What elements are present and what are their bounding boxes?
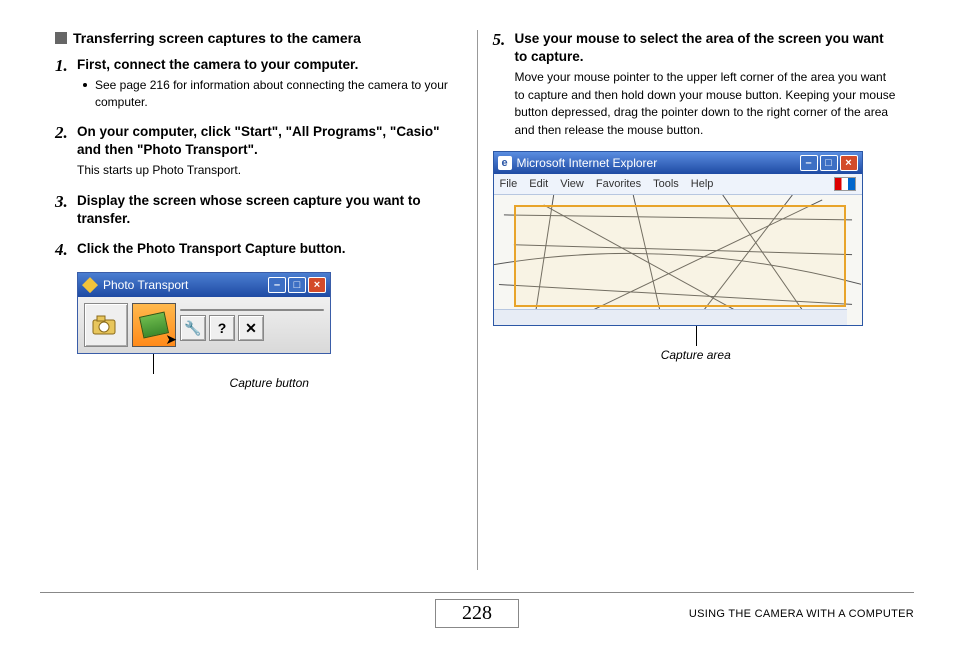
page-footer: 228 USING THE CAMERA WITH A COMPUTER [40, 592, 914, 628]
pt-toolbar: ➤ 🔧 ? ✕ [78, 297, 330, 353]
menu-tools[interactable]: Tools [653, 178, 679, 190]
step-4: 4. Click the Photo Transport Capture but… [55, 240, 462, 260]
photo-transport-window: Photo Transport – □ × [77, 272, 331, 354]
step-number: 5. [493, 30, 515, 139]
photo-transport-figure: Photo Transport – □ × [77, 272, 462, 390]
horizontal-scrollbar[interactable] [494, 309, 847, 325]
step-2: 2. On your computer, click "Start", "All… [55, 123, 462, 180]
minimize-button[interactable]: – [268, 277, 286, 293]
step-desc: Move your mouse pointer to the upper lef… [515, 69, 900, 139]
step-title: On your computer, click "Start", "All Pr… [77, 123, 462, 159]
step-5: 5. Use your mouse to select the area of … [493, 30, 900, 139]
help-button[interactable]: ? [209, 315, 235, 341]
menu-view[interactable]: View [560, 178, 584, 190]
dot-icon [83, 83, 87, 87]
ie-window-title: Microsoft Internet Explorer [517, 156, 658, 170]
maximize-button[interactable]: □ [820, 155, 838, 171]
x-icon: ✕ [245, 320, 257, 337]
close-button[interactable]: × [840, 155, 858, 171]
step-body: Use your mouse to select the area of the… [515, 30, 900, 139]
camera-icon [91, 312, 121, 338]
settings-button[interactable]: 🔧 [180, 315, 206, 341]
pt-titlebar: Photo Transport – □ × [78, 273, 330, 297]
menu-file[interactable]: File [500, 178, 518, 190]
menu-edit[interactable]: Edit [529, 178, 548, 190]
capture-button[interactable]: ➤ [132, 303, 176, 347]
step-title: Display the screen whose screen capture … [77, 192, 462, 228]
close-button[interactable]: × [308, 277, 326, 293]
windows-flag-icon [834, 177, 856, 191]
bullet-text: See page 216 for information about conne… [95, 77, 462, 111]
step-number: 3. [55, 192, 77, 228]
camera-button[interactable] [84, 303, 128, 347]
cursor-icon: ➤ [165, 331, 177, 348]
capture-selection-rectangle [514, 205, 846, 307]
step-number: 2. [55, 123, 77, 180]
right-column: 5. Use your mouse to select the area of … [478, 30, 915, 550]
step-1: 1. First, connect the camera to your com… [55, 56, 462, 111]
square-bullet-icon [55, 32, 67, 44]
pt-window-title: Photo Transport [103, 278, 188, 292]
pt-app-icon [82, 277, 98, 293]
page-number: 228 [435, 599, 519, 628]
step-title: Click the Photo Transport Capture button… [77, 240, 462, 258]
menu-favorites[interactable]: Favorites [596, 178, 641, 190]
ie-figure: e Microsoft Internet Explorer – □ × File… [493, 151, 900, 362]
ie-titlebar: e Microsoft Internet Explorer – □ × [494, 152, 862, 174]
ie-menubar: File Edit View Favorites Tools Help [494, 174, 862, 195]
footer-label: USING THE CAMERA WITH A COMPUTER [689, 608, 914, 620]
step-3: 3. Display the screen whose screen captu… [55, 192, 462, 228]
step-body: Click the Photo Transport Capture button… [77, 240, 462, 260]
step-number: 1. [55, 56, 77, 111]
step-title: Use your mouse to select the area of the… [515, 30, 900, 66]
wrench-icon: 🔧 [184, 320, 201, 337]
caption-capture-area: Capture area [493, 348, 900, 362]
page-content: Transferring screen captures to the came… [0, 0, 954, 560]
progress-track [180, 309, 324, 311]
step-body: On your computer, click "Start", "All Pr… [77, 123, 462, 180]
caption-capture-button: Capture button [77, 376, 462, 390]
menu-help[interactable]: Help [691, 178, 714, 190]
step-title: First, connect the camera to your comput… [77, 56, 462, 74]
ie-app-icon: e [498, 156, 512, 170]
maximize-button[interactable]: □ [288, 277, 306, 293]
exit-button[interactable]: ✕ [238, 315, 264, 341]
ie-window: e Microsoft Internet Explorer – □ × File… [493, 151, 863, 326]
ie-content-area[interactable] [494, 195, 862, 325]
step-bullet: See page 216 for information about conne… [77, 77, 462, 111]
minimize-button[interactable]: – [800, 155, 818, 171]
step-body: First, connect the camera to your comput… [77, 56, 462, 111]
left-column: Transferring screen captures to the came… [40, 30, 477, 550]
step-desc: This starts up Photo Transport. [77, 162, 462, 179]
help-icon: ? [218, 320, 227, 336]
section-header: Transferring screen captures to the came… [55, 30, 462, 46]
section-title: Transferring screen captures to the came… [73, 30, 361, 46]
step-number: 4. [55, 240, 77, 260]
step-body: Display the screen whose screen capture … [77, 192, 462, 228]
